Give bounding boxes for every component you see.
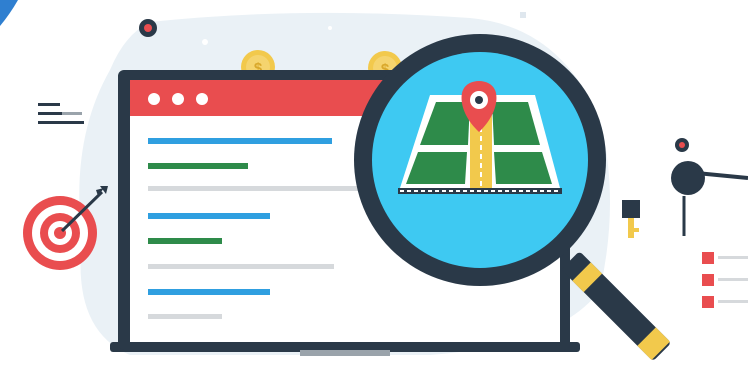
- content-line: [148, 264, 334, 269]
- corner-accent-shape: [0, 0, 18, 26]
- text-lines-icon: [38, 103, 84, 124]
- illustration-canvas: $ $: [0, 0, 748, 360]
- content-line: [148, 138, 332, 144]
- seo-illustration: $ $: [0, 0, 748, 377]
- window-dot: [172, 93, 184, 105]
- content-line: [148, 238, 222, 244]
- window-dot: [196, 93, 208, 105]
- content-line: [148, 163, 248, 169]
- content-line: [148, 289, 270, 295]
- pin-dot-icon: [139, 19, 157, 37]
- lollipop-pin-icon: [671, 138, 748, 236]
- content-line: [148, 314, 222, 319]
- content-line: [148, 213, 270, 219]
- content-line: [148, 186, 358, 191]
- window-dot: [148, 93, 160, 105]
- key-icon: [622, 200, 640, 238]
- checklist-icon: [702, 252, 748, 308]
